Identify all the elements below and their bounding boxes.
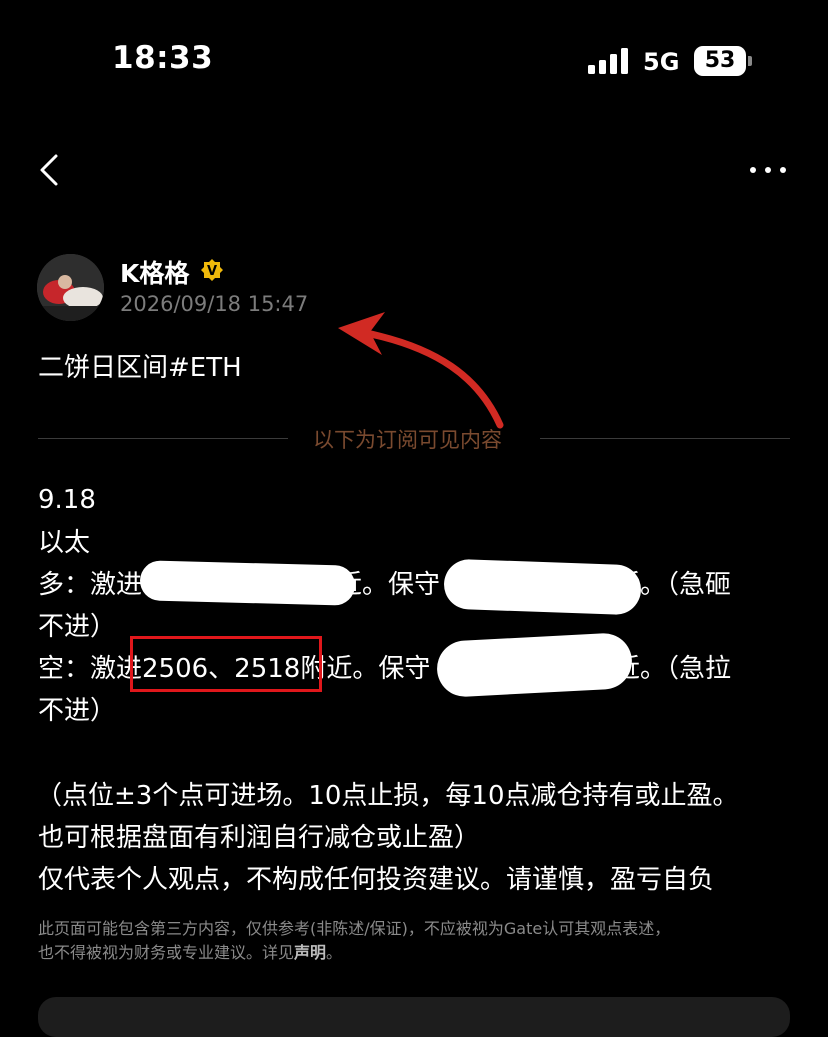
disclaimer-link[interactable]: 声明 [294,943,326,962]
more-options-icon[interactable] [748,160,788,180]
post-line: 也可根据盘面有利润自行减仓或止盈） [38,823,481,853]
divider-left [38,438,288,439]
post-line: 以太 [38,528,91,558]
subscriber-note: 以下为订阅可见内容 [313,428,502,452]
post-line: 不进） [38,612,117,642]
svg-text:V: V [207,264,217,279]
redaction-mark [443,558,642,616]
status-time: 18:33 [112,40,214,76]
annotation-arrow [338,312,504,429]
disclaimer-line-1: 此页面可能包含第三方内容，仅供参考(非陈述/保证)，不应被视为Gate认可其观点… [38,919,671,938]
post-date: 2026/09/18 15:47 [120,292,309,316]
author-name[interactable]: K格格 [120,254,189,290]
back-arrow-icon[interactable] [36,150,66,190]
battery-icon: 53 [694,46,754,76]
disclaimer-text: 也不得被视为财务或专业建议。详见 [38,943,295,962]
author-avatar[interactable] [37,254,104,321]
redaction-mark [435,631,634,699]
disclaimer-line-2: 也不得被视为财务或专业建议。详见声明。 [38,941,798,965]
avatar-photo [37,254,104,321]
post-line: 不进） [38,696,117,726]
post-line: 9.18 [38,485,96,515]
post-line: 多：激进 [38,570,143,600]
bottom-card[interactable] [38,997,790,1037]
battery-level: 53 [704,48,736,73]
signal-icon [588,48,628,74]
divider-right [540,438,790,439]
post-line: （点位±3个点可进场。10点止损，每10点减仓持有或止盈。 [36,781,739,811]
disclaimer-end: 。 [326,943,343,962]
network-label: 5G [643,48,680,76]
disclaimer: 此页面可能包含第三方内容，仅供参考(非陈述/保证)，不应被视为Gate认可其观点… [38,917,798,965]
post-title: 二饼日区间#ETH [38,353,242,383]
highlight-box [130,636,322,692]
verified-badge-icon: V [201,259,223,281]
redaction-mark [139,560,356,606]
post-line: 仅代表个人观点，不构成任何投资建议。请谨慎，盈亏自负 [38,865,715,895]
